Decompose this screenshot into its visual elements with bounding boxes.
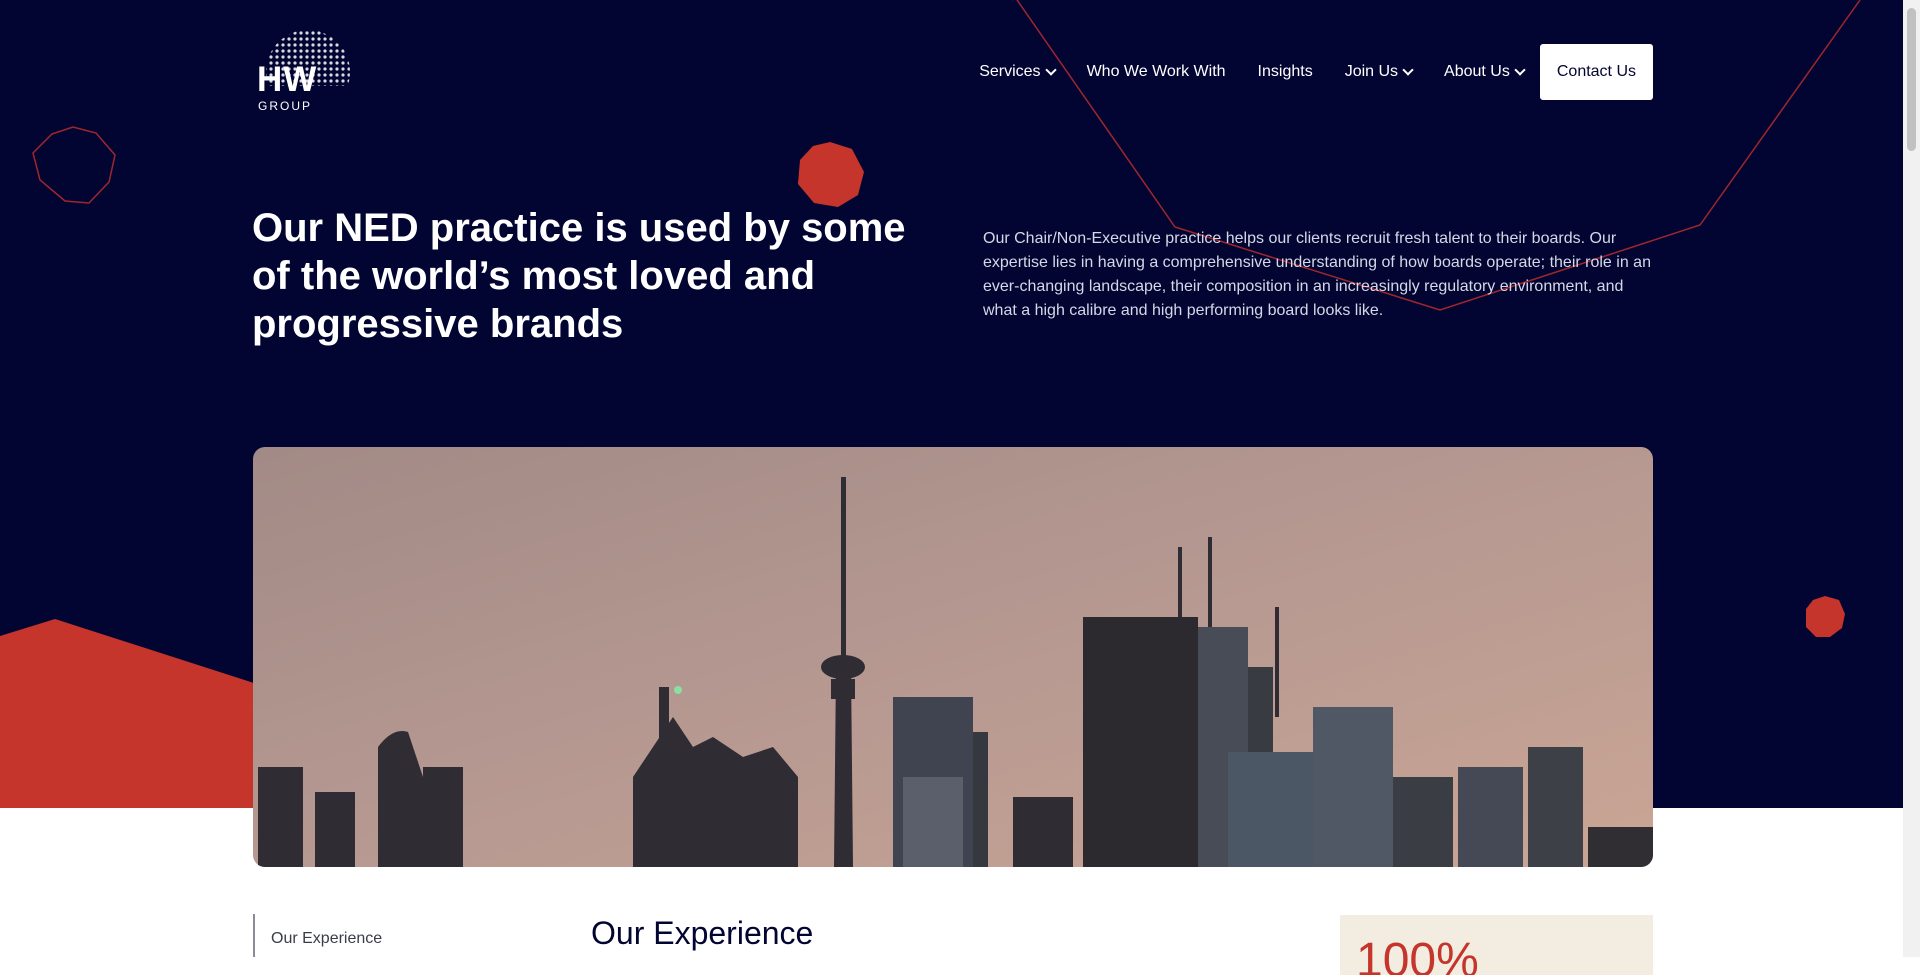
nav-label: Who We Work With xyxy=(1086,63,1226,80)
red-dot-right xyxy=(1806,596,1845,637)
nav-item-who-we-work-with[interactable]: Who We Work With xyxy=(1087,63,1226,81)
nav-item-insights[interactable]: Insights xyxy=(1258,63,1313,81)
nav-label: Join Us xyxy=(1344,63,1399,80)
nav-item-about-us[interactable]: About Us xyxy=(1444,63,1526,81)
chevron-down-icon xyxy=(1514,64,1526,76)
scrollbar-thumb[interactable] xyxy=(1907,8,1916,151)
chevron-down-icon xyxy=(1402,64,1414,76)
intro-paragraph: Our Chair/Non-Executive practice helps o… xyxy=(983,230,1651,319)
side-nav-item-our-experience[interactable]: Our Experience xyxy=(271,930,382,948)
red-heptagon-top xyxy=(798,142,864,207)
skyline-illustration xyxy=(253,447,1653,867)
hw-group-logo[interactable]: HW GROUP xyxy=(256,30,352,114)
logo-text: HW xyxy=(257,60,318,99)
main-nav: Services Who We Work With Insights Join … xyxy=(947,44,1653,100)
stat-card: 100% xyxy=(1340,915,1653,975)
side-nav: Our Experience xyxy=(253,914,382,957)
chevron-down-icon xyxy=(1044,64,1057,76)
stat-value: 100% xyxy=(1356,934,1479,975)
red-shape-bottom-left xyxy=(0,619,260,808)
nav-label: Services xyxy=(979,63,1041,80)
nav-label: About Us xyxy=(1444,63,1510,80)
outline-hexagon-left xyxy=(32,126,116,204)
page-headline: Our NED practice is used by some of the … xyxy=(252,206,906,346)
section-title: Our Experience xyxy=(591,915,814,951)
nav-label: Insights xyxy=(1257,63,1313,80)
nav-item-services[interactable]: Services xyxy=(979,63,1057,81)
city-skyline-image xyxy=(253,447,1653,867)
scrollbar[interactable] xyxy=(1903,0,1920,957)
logo-subtext: GROUP xyxy=(258,99,313,113)
nav-item-join-us[interactable]: Join Us xyxy=(1344,63,1414,81)
contact-us-button[interactable]: Contact Us xyxy=(1539,44,1653,100)
